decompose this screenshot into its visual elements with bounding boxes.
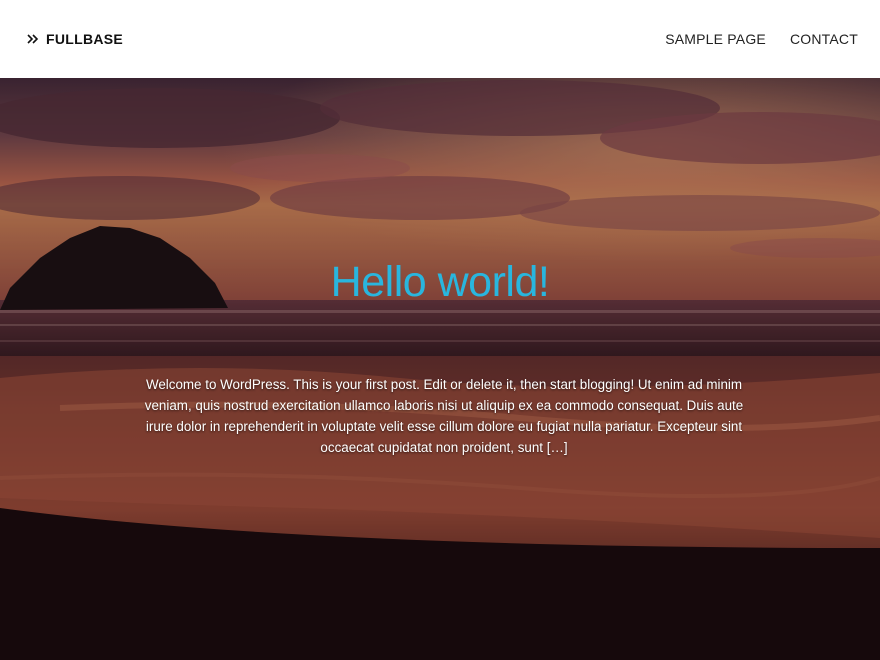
site-brand-link[interactable]: FULLBASE <box>27 31 123 47</box>
post-title-link[interactable]: Hello world! <box>0 258 880 307</box>
site-header: FULLBASE SAMPLE PAGE CONTACT <box>0 0 880 78</box>
nav-item-contact[interactable]: CONTACT <box>790 31 858 47</box>
post-excerpt: Welcome to WordPress. This is your first… <box>144 377 744 455</box>
post-summary: Hello world! Welcome to WordPress. This … <box>0 78 880 660</box>
double-chevron-right-icon <box>27 34 39 44</box>
site-title: FULLBASE <box>46 31 124 47</box>
main-navigation: SAMPLE PAGE CONTACT <box>665 31 858 47</box>
hero-featured-post: Hello world! Welcome to WordPress. This … <box>0 78 880 660</box>
nav-item-sample-page[interactable]: SAMPLE PAGE <box>665 31 766 47</box>
